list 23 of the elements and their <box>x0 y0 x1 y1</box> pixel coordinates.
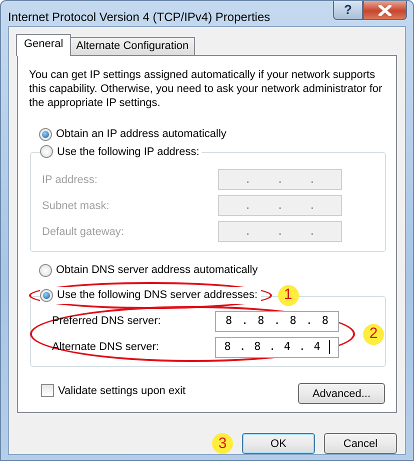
field-label: Preferred DNS server: <box>52 314 161 329</box>
radio-option[interactable]: Use the following DNS server addresses: <box>40 287 261 304</box>
radio-option[interactable]: Obtain an IP address automatically <box>39 126 230 143</box>
advanced-button[interactable]: Advanced... <box>298 383 385 404</box>
tab[interactable]: General <box>16 34 72 56</box>
ip-input-field[interactable]: 8 . 8 . 4 . 4 <box>215 336 339 358</box>
field-label: Default gateway: <box>42 224 124 240</box>
field-label: IP address: <box>42 172 98 188</box>
callout-number: 1 <box>278 285 299 306</box>
ip-input-field[interactable]: 8 . 8 . 8 . 8 <box>215 310 339 332</box>
field-label: Subnet mask: <box>42 198 110 214</box>
help-button[interactable]: ? <box>333 1 363 20</box>
intro-text: You can get IP settings assigned automatically if your network supports this capability. Otherwise, you need to ask your network administrator for the appropriate IP settings. <box>29 69 384 110</box>
callout-number: 2 <box>363 324 384 345</box>
validate-checkbox[interactable]: Validate settings upon exit <box>41 382 186 399</box>
cancel-button[interactable]: Cancel <box>324 433 397 454</box>
ok-button[interactable]: OK <box>242 433 315 454</box>
field-label: Alternate DNS server: <box>52 340 159 355</box>
radio-option[interactable]: Use the following IP address: <box>40 144 202 160</box>
window-title: Internet Protocol Version 4 (TCP/IPv4) Properties <box>8 9 272 26</box>
callout-number: 3 <box>212 433 233 454</box>
tab[interactable]: Alternate Configuration <box>70 36 195 55</box>
radio-option[interactable]: Obtain DNS server address automatically <box>39 262 261 278</box>
